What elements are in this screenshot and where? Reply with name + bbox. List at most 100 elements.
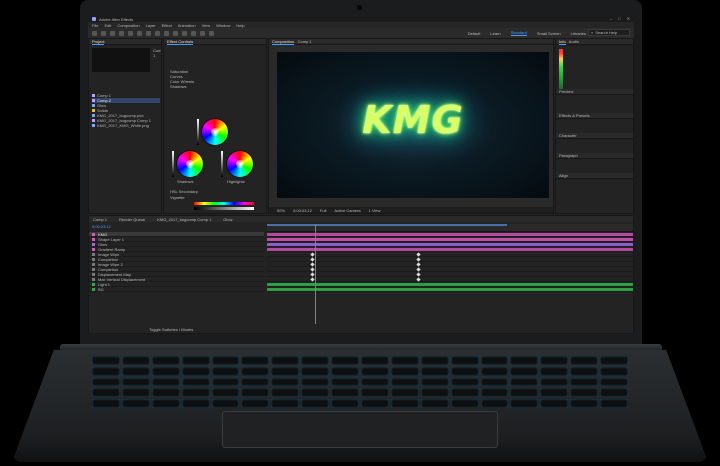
tab-project[interactable]: Project xyxy=(92,39,105,45)
brush-tool-icon[interactable] xyxy=(182,30,187,36)
timeline-timecode[interactable]: 0;00;03;12 xyxy=(92,224,111,229)
clone-stamp-tool-icon[interactable] xyxy=(191,30,196,36)
layer-duration-bar[interactable] xyxy=(267,283,633,286)
highlights-slider[interactable] xyxy=(221,151,223,177)
menu-composition[interactable]: Composition xyxy=(117,23,139,28)
menu-animation[interactable]: Animation xyxy=(178,23,196,28)
keyframe[interactable] xyxy=(416,262,421,267)
keyframe[interactable] xyxy=(310,257,315,262)
keyboard-key xyxy=(570,388,599,398)
list-item[interactable]: KMG_2017_KMG_White.png xyxy=(92,123,160,128)
work-area-bar[interactable] xyxy=(267,224,507,226)
playhead[interactable] xyxy=(315,224,316,324)
keyboard-key xyxy=(151,388,180,398)
menu-window[interactable]: Window xyxy=(216,23,230,28)
tab-audio[interactable]: Audio xyxy=(569,39,579,44)
pen-tool-icon[interactable] xyxy=(164,30,169,36)
workspace-learn[interactable]: Learn xyxy=(490,31,500,36)
workspace-libraries[interactable]: Libraries xyxy=(571,31,586,36)
rotate-tool-icon[interactable] xyxy=(128,30,133,36)
menu-view[interactable]: View xyxy=(202,23,211,28)
layer-duration-bar[interactable] xyxy=(267,248,633,251)
menu-help[interactable]: Help xyxy=(236,23,244,28)
tab-info[interactable]: Info xyxy=(559,39,566,45)
align-header[interactable]: Align xyxy=(556,173,633,179)
views-dropdown[interactable]: 1 View xyxy=(369,208,381,213)
tab-render-queue[interactable]: Render Queue xyxy=(119,217,145,222)
workspace-standard[interactable]: Standard xyxy=(510,30,527,36)
midtones-color-wheel[interactable] xyxy=(202,119,228,145)
midtones-slider[interactable] xyxy=(197,119,199,145)
camera-tool-icon[interactable] xyxy=(137,30,142,36)
workspace-default[interactable]: Default xyxy=(468,31,481,36)
menu-effect[interactable]: Effect xyxy=(162,23,172,28)
tab-glow[interactable]: Glow xyxy=(223,217,232,222)
layer-label-swatch[interactable] xyxy=(92,247,95,251)
tab-comp-1[interactable]: Comp 1 xyxy=(93,217,107,222)
layer-duration-bar[interactable] xyxy=(267,243,633,246)
tab-composition[interactable]: Composition xyxy=(272,39,295,45)
fx-shadows[interactable]: Shadows xyxy=(170,84,194,89)
layer-row[interactable]: BG xyxy=(89,287,264,292)
highlights-color-wheel[interactable] xyxy=(227,151,253,177)
layer-label-swatch[interactable] xyxy=(92,242,95,246)
resolution-dropdown[interactable]: Full xyxy=(320,208,326,213)
layer-track[interactable] xyxy=(267,287,633,292)
composition-viewer[interactable]: KMG xyxy=(277,52,549,198)
layer-label-swatch[interactable] xyxy=(92,257,95,261)
keyboard-key xyxy=(92,377,120,387)
home-icon[interactable] xyxy=(92,30,97,36)
layer-duration-bar[interactable] xyxy=(267,238,633,241)
toggle-switches-modes[interactable]: Toggle Switches / Modes xyxy=(149,327,193,332)
selection-tool-icon[interactable] xyxy=(101,30,106,36)
keyframe[interactable] xyxy=(416,277,421,282)
layer-label-swatch[interactable] xyxy=(92,252,95,256)
viewer-timecode[interactable]: 0;00;03;12 xyxy=(293,208,312,213)
keyframe[interactable] xyxy=(310,272,315,277)
menu-edit[interactable]: Edit xyxy=(104,23,111,28)
keyframe[interactable] xyxy=(310,252,315,257)
shadows-color-wheel[interactable] xyxy=(177,151,203,177)
keyframe[interactable] xyxy=(416,257,421,262)
pan-behind-tool-icon[interactable] xyxy=(146,30,151,36)
keyboard-key xyxy=(92,399,120,408)
layer-label-swatch[interactable] xyxy=(92,232,95,236)
zoom-level-dropdown[interactable]: 50% xyxy=(277,208,285,213)
camera-dropdown[interactable]: Active Camera xyxy=(334,208,360,213)
time-ruler[interactable] xyxy=(267,224,633,232)
puppet-tool-icon[interactable] xyxy=(209,30,214,36)
menu-layer[interactable]: Layer xyxy=(146,23,156,28)
tab-effect-controls[interactable]: Effect Controls xyxy=(167,39,194,45)
layer-label-swatch[interactable] xyxy=(92,287,95,291)
keyboard-key xyxy=(480,366,509,376)
layer-label-swatch[interactable] xyxy=(92,237,95,241)
layer-label-swatch[interactable] xyxy=(92,267,95,271)
layer-label-swatch[interactable] xyxy=(92,272,95,276)
fx-vignette[interactable]: Vignette xyxy=(170,195,185,200)
search-help-placeholder: Search Help xyxy=(595,30,618,35)
keyboard-key xyxy=(480,356,509,365)
zoom-tool-icon[interactable] xyxy=(119,30,124,36)
layer-duration-bar[interactable] xyxy=(267,288,633,291)
layer-label-swatch[interactable] xyxy=(92,262,95,266)
layer-duration-bar[interactable] xyxy=(267,233,633,236)
keyframe[interactable] xyxy=(310,262,315,267)
fx-hsl-secondary[interactable]: HSL Secondary xyxy=(170,189,198,194)
layer-label-swatch[interactable] xyxy=(92,282,95,286)
comp-tab-label[interactable]: Comp 1 xyxy=(298,39,312,44)
shadows-slider[interactable] xyxy=(172,151,174,177)
shape-tool-icon[interactable] xyxy=(155,30,160,36)
keyframe[interactable] xyxy=(416,272,421,277)
search-help-field[interactable]: ⌕ Search Help xyxy=(588,29,630,36)
keyframe[interactable] xyxy=(416,252,421,257)
type-tool-icon[interactable] xyxy=(173,30,178,36)
menu-file[interactable]: File xyxy=(92,23,98,28)
keyframe[interactable] xyxy=(310,277,315,282)
workspace-small-screen[interactable]: Small Screen xyxy=(537,31,561,36)
tab-bugcomp[interactable]: KMG_2017_bugcomp Comp 1 xyxy=(157,217,211,222)
eraser-tool-icon[interactable] xyxy=(200,30,205,36)
keyframe[interactable] xyxy=(416,267,421,272)
hand-tool-icon[interactable] xyxy=(110,30,115,36)
keyframe[interactable] xyxy=(310,267,315,272)
layer-label-swatch[interactable] xyxy=(92,277,95,281)
